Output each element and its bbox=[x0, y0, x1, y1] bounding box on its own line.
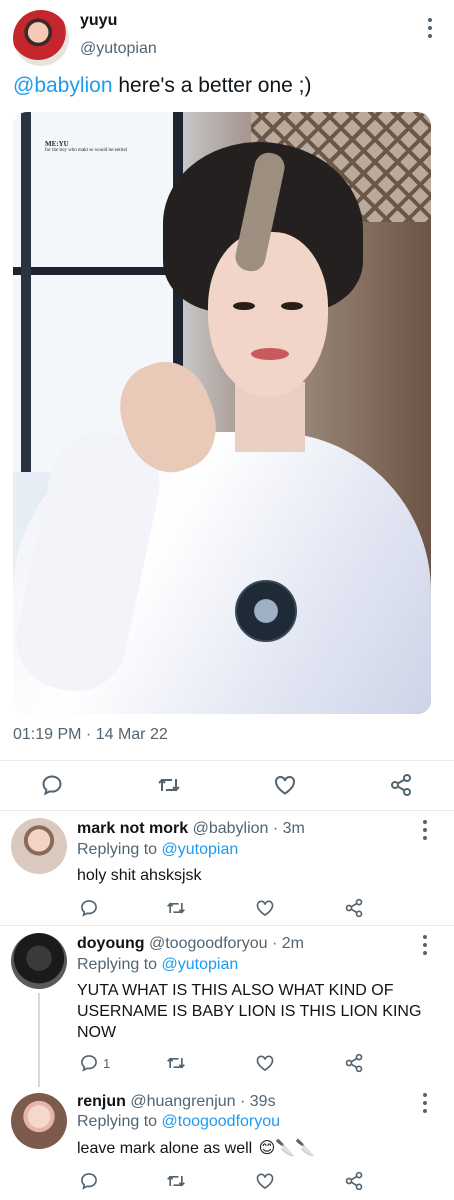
main-tweet: yuyu @yutopian @babylion here's a better… bbox=[0, 0, 454, 812]
reply-handle-time[interactable]: @babylion · 3m bbox=[188, 820, 305, 837]
replying-prefix: Replying to bbox=[77, 956, 162, 973]
replying-prefix: Replying to bbox=[77, 841, 162, 858]
reply-handle-time[interactable]: @huangrenjun · 39s bbox=[126, 1093, 275, 1110]
share-icon bbox=[345, 1053, 363, 1073]
replying-to-link[interactable]: @yutopian bbox=[162, 841, 239, 858]
avatar-yuyu[interactable] bbox=[13, 10, 69, 66]
share-icon bbox=[345, 898, 363, 918]
share-button[interactable] bbox=[344, 1171, 364, 1191]
photo-school-badge bbox=[235, 580, 297, 642]
reply-text: YUTA WHAT IS THIS ALSO WHAT KIND OF USER… bbox=[77, 982, 422, 1041]
avatar-renjun[interactable] bbox=[11, 1093, 67, 1149]
photo-caption-title: ME:YU bbox=[45, 140, 69, 148]
like-icon bbox=[275, 775, 295, 795]
replying-to-link[interactable]: @toogoodforyou bbox=[162, 1113, 281, 1130]
reply-icon bbox=[81, 1055, 97, 1072]
mention-link[interactable]: @babylion bbox=[13, 74, 113, 97]
reply-display-name[interactable]: doyoung bbox=[77, 935, 145, 952]
like-icon bbox=[256, 1173, 274, 1190]
reply-display-name[interactable]: renjun bbox=[77, 1093, 126, 1110]
like-icon bbox=[256, 1055, 274, 1072]
reply-icon bbox=[81, 1173, 97, 1190]
more-icon[interactable] bbox=[418, 935, 432, 955]
author-display-name[interactable]: yuyu bbox=[80, 12, 117, 30]
more-icon[interactable] bbox=[418, 1093, 432, 1113]
retweet-button[interactable] bbox=[165, 898, 187, 918]
tweet-text: @babylion here's a better one ;) bbox=[13, 74, 312, 98]
reply-name-line: mark not mork @babylion · 3m bbox=[77, 820, 305, 838]
retweet-icon bbox=[167, 902, 185, 914]
reply-text-body: leave mark alone as well bbox=[77, 1140, 253, 1157]
reply-button[interactable]: 1 bbox=[79, 1053, 110, 1073]
reply-icon bbox=[81, 900, 97, 917]
reply-button[interactable] bbox=[79, 898, 99, 918]
author-handle[interactable]: @yutopian bbox=[80, 40, 157, 58]
tweet-photo[interactable]: ME:YU for the boy who makt se would be:e… bbox=[13, 112, 431, 714]
like-button[interactable] bbox=[255, 1053, 275, 1073]
more-icon[interactable] bbox=[423, 18, 437, 38]
reply-text: leave mark alone as well 😊🔪🔪 bbox=[77, 1138, 425, 1159]
replying-to: Replying to @toogoodforyou bbox=[77, 1113, 280, 1131]
photo-eye bbox=[281, 302, 303, 310]
replying-to: Replying to @yutopian bbox=[77, 956, 238, 974]
tweet-timestamp[interactable]: 01:19 PM · 14 Mar 22 bbox=[13, 726, 168, 744]
like-button[interactable] bbox=[255, 1171, 275, 1191]
reply-button[interactable] bbox=[40, 773, 64, 797]
tweet-body: here's a better one ;) bbox=[112, 74, 312, 97]
divider bbox=[0, 810, 454, 811]
like-button[interactable] bbox=[273, 773, 297, 797]
reply-name-line: doyoung @toogoodforyou · 2m bbox=[77, 935, 304, 953]
share-button[interactable] bbox=[344, 1053, 364, 1073]
share-button[interactable] bbox=[389, 773, 413, 797]
photo-lips bbox=[251, 348, 289, 360]
more-icon[interactable] bbox=[418, 820, 432, 840]
share-icon bbox=[391, 774, 411, 796]
share-button[interactable] bbox=[344, 898, 364, 918]
replying-to-link[interactable]: @yutopian bbox=[162, 956, 239, 973]
retweet-icon bbox=[158, 778, 180, 792]
share-icon bbox=[345, 1171, 363, 1191]
photo-caption: ME:YU for the boy who makt se would be:e… bbox=[45, 140, 127, 153]
replying-prefix: Replying to bbox=[77, 1113, 162, 1130]
divider bbox=[0, 760, 454, 761]
photo-eye bbox=[233, 302, 255, 310]
reply-name-line: renjun @huangrenjun · 39s bbox=[77, 1093, 276, 1111]
replying-to: Replying to @yutopian bbox=[77, 841, 238, 859]
like-icon bbox=[256, 900, 274, 917]
reply-tweet[interactable]: doyoung @toogoodforyou · 2m Replying to … bbox=[0, 927, 454, 1087]
reply-handle-time[interactable]: @toogoodforyou · 2m bbox=[145, 935, 304, 952]
reply-text: holy shit ahsksjsk bbox=[77, 867, 202, 884]
retweet-button[interactable] bbox=[165, 1171, 187, 1191]
photo-face bbox=[208, 232, 328, 397]
retweet-icon bbox=[167, 1175, 185, 1187]
avatar-mark[interactable] bbox=[11, 818, 67, 874]
retweet-button[interactable] bbox=[165, 1053, 187, 1073]
retweet-icon bbox=[167, 1057, 185, 1069]
smiling-face-emoji knife-emoji: 😊🔪🔪 bbox=[258, 1140, 316, 1158]
divider bbox=[0, 925, 454, 926]
reply-tweet[interactable]: renjun @huangrenjun · 39s Replying to @t… bbox=[0, 1087, 454, 1200]
reply-icon bbox=[42, 775, 62, 796]
photo-caption-subtitle: for the boy who makt se would be:entitel bbox=[45, 148, 128, 153]
thread-line bbox=[38, 993, 40, 1087]
avatar-doyoung[interactable] bbox=[11, 933, 67, 989]
like-button[interactable] bbox=[255, 898, 275, 918]
reply-count: 1 bbox=[103, 1055, 111, 1071]
retweet-button[interactable] bbox=[156, 773, 182, 797]
reply-display-name[interactable]: mark not mork bbox=[77, 820, 188, 837]
reply-button[interactable] bbox=[79, 1171, 99, 1191]
reply-tweet[interactable]: mark not mork @babylion · 3m Replying to… bbox=[0, 812, 454, 926]
